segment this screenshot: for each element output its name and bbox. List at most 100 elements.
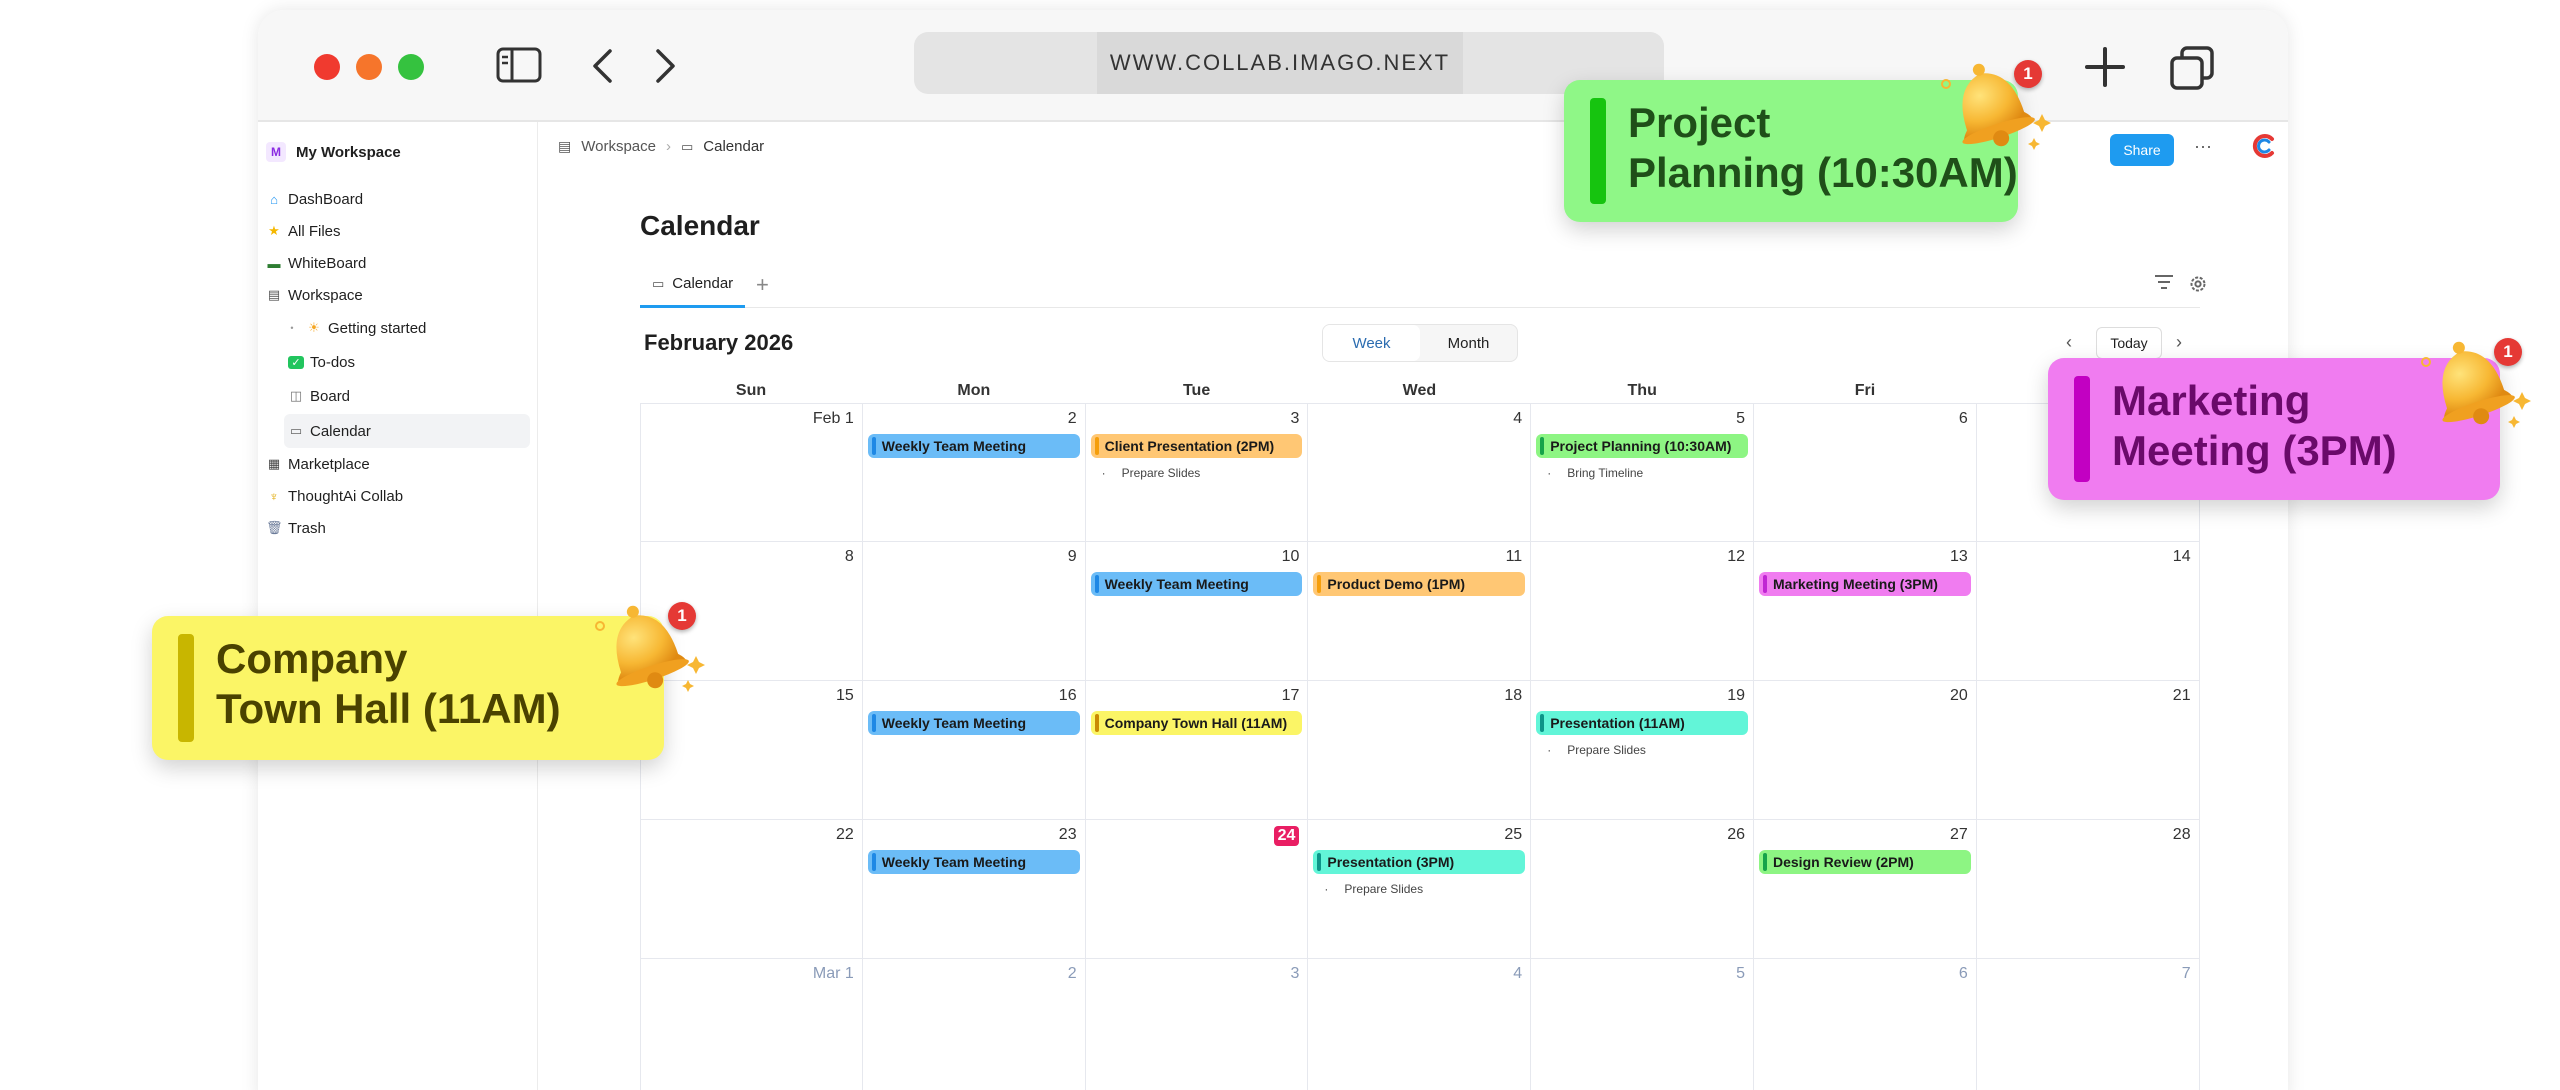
calendar-day-cell[interactable]: 20 [1754, 681, 1977, 820]
calendar-day-cell[interactable]: 5 Project Planning (10:30AM) Bring Timelin… [1531, 403, 1754, 542]
day-number: 18 [1504, 687, 1523, 704]
calendar-day-cell[interactable]: 11 Product Demo (1PM) [1308, 542, 1532, 681]
new-tab-plus-icon[interactable] [2084, 46, 2126, 88]
event-subtask[interactable]: Prepare Slides [1324, 882, 1423, 896]
calendar-day-cell[interactable]: 4 [1308, 403, 1532, 542]
calendar-icon: ▭ [681, 138, 694, 154]
day-number: 8 [844, 548, 854, 565]
next-month-icon[interactable]: › [2176, 332, 2182, 353]
sidebar-item-marketplace[interactable]: ▦ Marketplace [266, 451, 370, 477]
address-bar[interactable]: WWW.COLLAB.IMAGO.NEXT [914, 32, 1664, 94]
event-subtask[interactable]: Prepare Slides [1102, 466, 1201, 480]
calendar-day-cell[interactable]: 17 Company Town Hall (11AM) [1085, 681, 1309, 820]
workspace-switcher[interactable]: M My Workspace [266, 142, 401, 162]
add-view-button[interactable]: + [756, 272, 769, 298]
calendar-day-cell[interactable]: 19 Presentation (11AM) Prepare Slides [1531, 681, 1754, 820]
calendar-day-cell[interactable]: 12 [1531, 542, 1754, 681]
calendar-day-cell[interactable]: Mar 1 [640, 959, 863, 1090]
calendar-event[interactable]: Company Town Hall (11AM) [1090, 711, 1303, 735]
day-number: 28 [2172, 826, 2191, 843]
calendar-day-cell[interactable]: 27 Design Review (2PM) [1754, 820, 1977, 959]
calendar-day-cell[interactable]: Feb 1 [640, 403, 863, 542]
day-number: 12 [1727, 548, 1745, 565]
month-view-button[interactable]: Month [1420, 325, 1517, 361]
calendar-day-cell[interactable]: 25 Presentation (3PM) Prepare Slides [1308, 820, 1532, 959]
day-number: 11 [1505, 548, 1523, 565]
sidebar-item-todos[interactable]: ✓ To-dos [288, 349, 355, 375]
calendar-day-cell[interactable]: 10 Weekly Team Meeting [1085, 542, 1309, 681]
sidebar-item-thoughtai-collab[interactable]: ♆ ThoughtAi Collab [266, 483, 403, 509]
calendar-event[interactable]: Weekly Team Meeting [867, 711, 1080, 735]
calendar-day-cell[interactable]: 16 Weekly Team Meeting [862, 681, 1086, 820]
back-arrow-icon[interactable] [590, 48, 614, 84]
calendar-event[interactable]: Weekly Team Meeting [867, 850, 1080, 874]
tab-calendar[interactable]: ▭ Calendar [640, 262, 746, 308]
share-button[interactable]: Share [2110, 134, 2174, 166]
sidebar-item-whiteboard[interactable]: ▬ WhiteBoard [266, 250, 367, 276]
calendar-day-cell[interactable]: 6 [1754, 403, 1977, 542]
day-number: Mar 1 [812, 965, 854, 982]
calendar-day-cell[interactable]: 23 Weekly Team Meeting [862, 820, 1086, 959]
sidebar-item-board[interactable]: ◫ Board [288, 383, 350, 409]
calendar-day-cell[interactable]: 22 [640, 820, 863, 959]
calendar-day-cell[interactable]: 5 [1531, 959, 1754, 1090]
calendar-day-cell[interactable]: 14 [1976, 542, 2200, 681]
sidebar-item-getting-started[interactable]: • ☀ Getting started [284, 315, 426, 341]
calendar-day-cell[interactable]: 24 [1085, 820, 1309, 959]
calendar-day-cell[interactable]: 9 [862, 542, 1086, 681]
view-toggle: Week Month [1322, 324, 1518, 362]
calendar-day-cell[interactable]: 3 Client Presentation (2PM) Prepare Slides [1085, 403, 1309, 542]
week-view-button[interactable]: Week [1323, 325, 1420, 361]
sidebar-item-calendar[interactable]: ▭ Calendar [288, 418, 371, 444]
settings-gear-icon[interactable] [2188, 274, 2208, 299]
close-window-button[interactable] [314, 54, 340, 80]
event-subtask[interactable]: Prepare Slides [1547, 743, 1646, 757]
filter-icon[interactable] [2154, 274, 2174, 295]
sidebar-item-trash[interactable]: 🗑 Trash [266, 515, 326, 541]
callout-title-line2: Meeting (3PM) [2112, 427, 2397, 474]
forward-arrow-icon[interactable] [654, 48, 678, 84]
workspace-icon: ▤ [267, 287, 281, 302]
calendar-day-cell[interactable]: 6 [1754, 959, 1977, 1090]
notification-count-badge: 1 [668, 602, 696, 630]
calendar-day-cell[interactable]: 28 [1976, 820, 2200, 959]
calendar-event[interactable]: Presentation (3PM) [1313, 850, 1526, 874]
sidebar-item-dashboard[interactable]: ⌂ DashBoard [266, 186, 363, 212]
more-options-button[interactable]: ··· [2194, 136, 2212, 157]
sidebar-item-workspace[interactable]: ▤ Workspace [266, 282, 363, 308]
calendar-event[interactable]: Weekly Team Meeting [1090, 572, 1303, 596]
sidebar-item-label: WhiteBoard [288, 254, 367, 272]
maximize-window-button[interactable] [398, 54, 424, 80]
today-button[interactable]: Today [2096, 327, 2162, 359]
calendar-day-cell[interactable]: 15 [640, 681, 863, 820]
calendar-event[interactable]: Client Presentation (2PM) [1090, 434, 1303, 458]
month-label: February 2026 [644, 330, 794, 355]
calendar-event[interactable]: Presentation (11AM) [1536, 711, 1748, 735]
calendar-day-cell[interactable]: 13 Marketing Meeting (3PM) [1754, 542, 1977, 681]
sidebar-item-all-files[interactable]: ★ All Files [266, 218, 340, 244]
callout-title-line2: Planning (10:30AM) [1628, 149, 2018, 196]
calendar-icon: ▭ [652, 275, 665, 291]
calendar-event[interactable]: Product Demo (1PM) [1313, 572, 1526, 596]
event-subtask[interactable]: Bring Timeline [1547, 466, 1643, 480]
callout-title-line1: Company [216, 635, 408, 682]
minimize-window-button[interactable] [356, 54, 382, 80]
calendar-day-cell[interactable]: 2 [863, 959, 1086, 1090]
calendar-day-cell[interactable]: 2 Weekly Team Meeting [862, 403, 1086, 542]
sidebar-toggle-icon[interactable] [496, 47, 542, 83]
calendar-day-cell[interactable]: 7 [1977, 959, 2200, 1090]
calendar-event[interactable]: Design Review (2PM) [1759, 850, 1971, 874]
calendar-day-cell[interactable]: 4 [1308, 959, 1532, 1090]
day-number: 5 [1736, 410, 1745, 427]
calendar-day-cell[interactable]: 18 [1308, 681, 1532, 820]
breadcrumb-workspace[interactable]: Workspace [581, 138, 656, 155]
calendar-day-cell[interactable]: 21 [1976, 681, 2200, 820]
tab-overview-icon[interactable] [2170, 46, 2214, 90]
calendar-day-cell[interactable]: 26 [1531, 820, 1754, 959]
calendar-day-cell[interactable]: 3 [1086, 959, 1309, 1090]
day-number: 5 [1736, 965, 1745, 982]
calendar-event[interactable]: Weekly Team Meeting [867, 434, 1080, 458]
calendar-event[interactable]: Project Planning (10:30AM) [1536, 434, 1748, 458]
previous-month-icon[interactable]: ‹ [2066, 332, 2072, 353]
calendar-event[interactable]: Marketing Meeting (3PM) [1759, 572, 1971, 596]
